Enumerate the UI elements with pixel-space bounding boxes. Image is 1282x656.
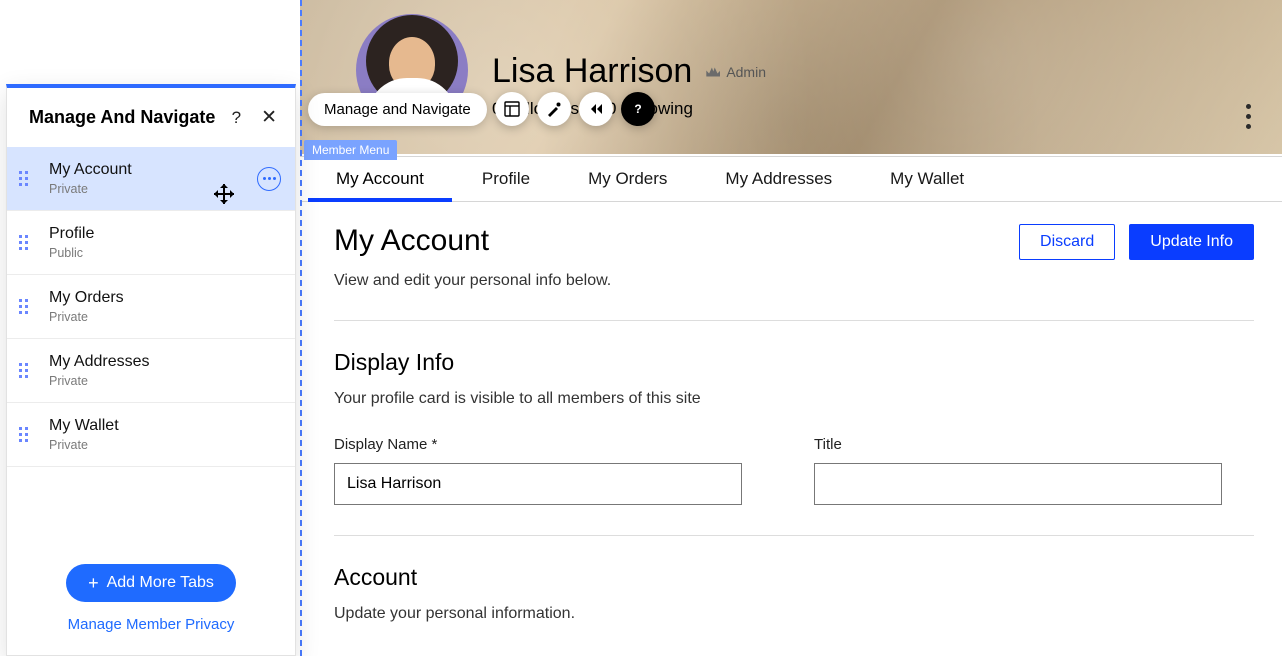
tab-my-wallet[interactable]: My Wallet	[888, 157, 966, 201]
role-badge: Admin	[706, 64, 766, 80]
divider	[334, 320, 1254, 321]
list-item-name: My Addresses	[49, 353, 281, 371]
list-item[interactable]: My Wallet Private	[7, 403, 295, 467]
list-item[interactable]: My Orders Private	[7, 275, 295, 339]
account-section-sub: Update your personal information.	[334, 605, 1254, 623]
list-item-visibility: Private	[49, 438, 281, 452]
drag-handle-icon[interactable]	[19, 363, 35, 378]
list-item-visibility: Private	[49, 182, 257, 196]
svg-text:?: ?	[634, 102, 641, 116]
display-info-sub: Your profile card is visible to all memb…	[334, 390, 1254, 408]
list-item-name: My Wallet	[49, 417, 281, 435]
tab-my-addresses[interactable]: My Addresses	[723, 157, 834, 201]
divider	[334, 535, 1254, 536]
display-name-label: Display Name *	[334, 436, 742, 453]
display-name-input[interactable]	[334, 463, 742, 505]
account-section-title: Account	[334, 564, 1254, 591]
design-icon[interactable]	[537, 92, 571, 126]
list-item-name: My Account	[49, 161, 257, 179]
display-info-title: Display Info	[334, 349, 1254, 376]
list-item-visibility: Public	[49, 246, 281, 260]
member-menu-tag[interactable]: Member Menu	[304, 140, 397, 160]
tab-my-orders[interactable]: My Orders	[586, 157, 669, 201]
list-item-visibility: Private	[49, 374, 281, 388]
cover-image: Lisa Harrison Admin 0 Followers 0 Follow…	[300, 0, 1282, 154]
toolbar-label-pill[interactable]: Manage and Navigate	[308, 93, 487, 126]
list-item-name: My Orders	[49, 289, 281, 307]
list-item-visibility: Private	[49, 310, 281, 324]
profile-display-name: Lisa Harrison	[492, 52, 692, 91]
drag-handle-icon[interactable]	[19, 171, 35, 186]
layout-icon[interactable]	[495, 92, 529, 126]
drag-handle-icon[interactable]	[19, 299, 35, 314]
member-tabs: My Account Profile My Orders My Addresse…	[300, 156, 1282, 202]
list-item-name: Profile	[49, 225, 281, 243]
item-more-icon[interactable]	[257, 167, 281, 191]
list-item[interactable]: Profile Public	[7, 211, 295, 275]
profile-more-menu[interactable]	[1238, 104, 1258, 129]
title-input[interactable]	[814, 463, 1222, 505]
panel-close-icon[interactable]: ✕	[261, 106, 277, 129]
tab-profile[interactable]: Profile	[480, 157, 532, 201]
page-subtitle: View and edit your personal info below.	[334, 272, 1254, 290]
manage-member-privacy-link[interactable]: Manage Member Privacy	[7, 616, 295, 633]
panel-title: Manage And Navigate	[29, 107, 215, 128]
update-info-button[interactable]: Update Info	[1129, 224, 1254, 260]
manage-navigate-panel: Manage And Navigate ? ✕ My Account Priva…	[6, 84, 296, 656]
crown-icon	[706, 67, 720, 77]
element-toolbar: Manage and Navigate ?	[308, 92, 655, 126]
role-text: Admin	[726, 64, 766, 80]
drag-handle-icon[interactable]	[19, 235, 35, 250]
account-content: My Account Discard Update Info View and …	[334, 224, 1254, 623]
add-tabs-label: Add More Tabs	[107, 574, 214, 592]
list-item[interactable]: My Account Private	[7, 147, 295, 211]
page-preview: Lisa Harrison Admin 0 Followers 0 Follow…	[300, 0, 1282, 656]
tab-my-account[interactable]: My Account	[334, 157, 426, 201]
title-label: Title	[814, 436, 1222, 453]
panel-help-icon[interactable]: ?	[232, 108, 241, 128]
list-item[interactable]: My Addresses Private	[7, 339, 295, 403]
help-icon[interactable]: ?	[621, 92, 655, 126]
discard-button[interactable]: Discard	[1019, 224, 1115, 260]
drag-handle-icon[interactable]	[19, 427, 35, 442]
animation-icon[interactable]	[579, 92, 613, 126]
tabs-list: My Account Private Profile Public My Ord…	[7, 147, 295, 546]
add-more-tabs-button[interactable]: + Add More Tabs	[66, 564, 236, 602]
